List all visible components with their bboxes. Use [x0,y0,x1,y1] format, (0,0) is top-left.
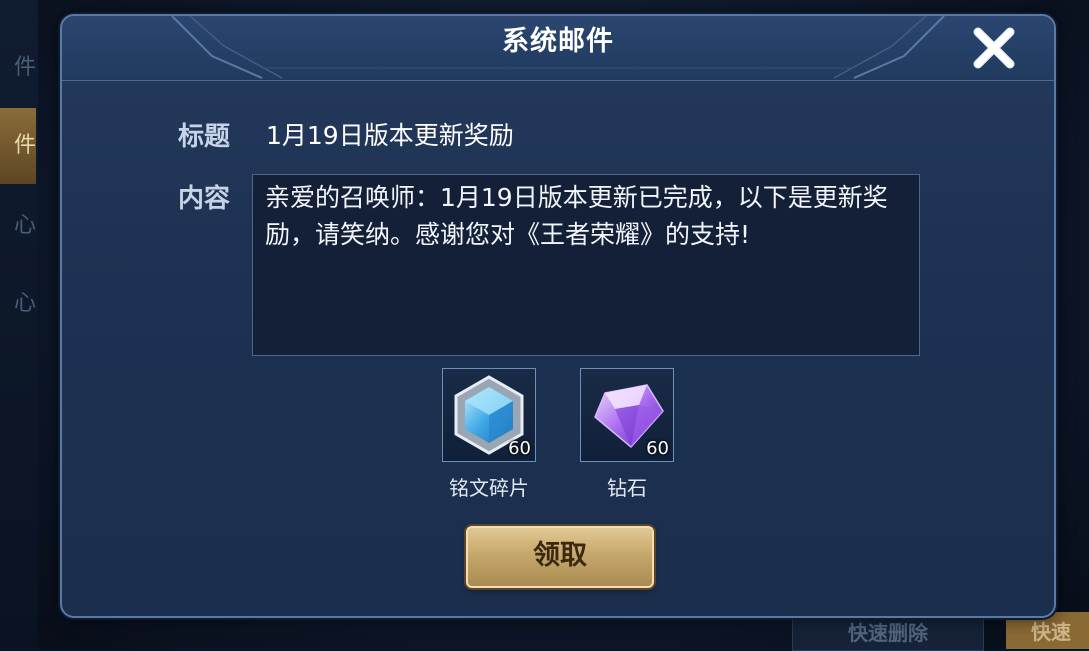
mail-category-sidebar: 件 件 心 心 [0,0,38,649]
dialog-title: 系统邮件 [502,26,614,57]
reward-count: 60 [646,438,669,459]
reward-name: 钻石 [607,476,647,500]
title-label: 标题 [178,122,231,152]
close-icon [973,27,1015,69]
sidebar-tab-2[interactable]: 件 [0,108,36,184]
mail-content-text: 亲爱的召唤师：1月19日版本更新已完成，以下是更新奖励，请笑纳。感谢您对《王者荣… [265,183,888,249]
sidebar-tab-1[interactable]: 件 [0,30,36,106]
dialog-header: 系统邮件 [62,16,1054,81]
mail-content-box[interactable]: 亲爱的召唤师：1月19日版本更新已完成，以下是更新奖励，请笑纳。感谢您对《王者荣… [252,174,920,356]
reward-item-diamond[interactable]: 60 [580,368,674,462]
reward-item-inscription-shard[interactable]: 60 [442,368,536,462]
reward-name: 铭文碎片 [449,476,529,500]
system-mail-dialog: 系统邮件 标题 1月19日版本更新奖励 内容 亲爱的召唤师：1月19日版本更新已… [60,14,1056,618]
mail-subject: 1月19日版本更新奖励 [266,121,514,150]
sidebar-tab-3[interactable]: 心 [0,188,36,264]
content-label: 内容 [178,184,231,214]
reward-count: 60 [508,438,531,459]
claim-button[interactable]: 领取 [466,526,654,588]
close-button[interactable] [968,24,1020,72]
sidebar-tab-4[interactable]: 心 [0,266,36,342]
